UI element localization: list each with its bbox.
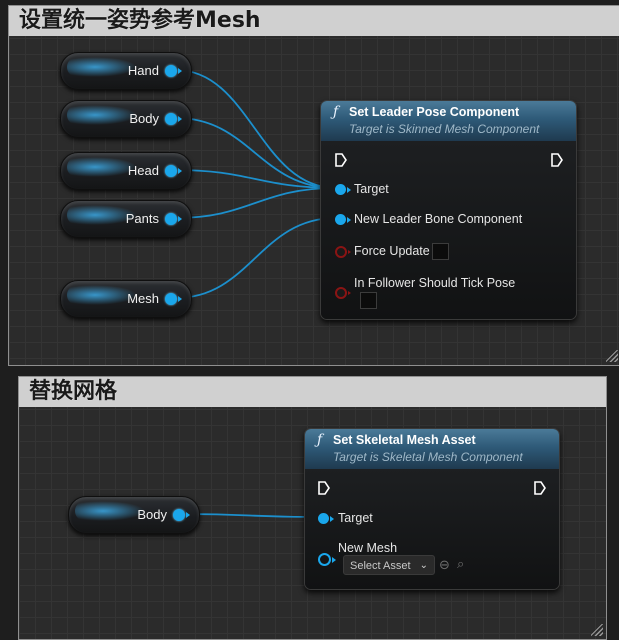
node-title: Set Leader Pose Component xyxy=(349,105,520,119)
output-pin-icon[interactable] xyxy=(165,165,182,177)
variable-label: Head xyxy=(127,163,159,178)
node-header[interactable]: ƒ Set Leader Pose Component Target is Sk… xyxy=(321,101,576,141)
node-set-skeletal-mesh-asset[interactable]: ƒ Set Skeletal Mesh Asset Target is Skel… xyxy=(304,428,560,590)
node-title: Set Skeletal Mesh Asset xyxy=(333,433,476,447)
pin-label-target: Target xyxy=(354,182,389,196)
select-asset-label: Select Asset xyxy=(350,560,411,572)
pin-label-target: Target xyxy=(338,511,373,525)
exec-in-pin-icon[interactable] xyxy=(318,481,330,495)
target-pin-icon[interactable] xyxy=(318,513,334,524)
tick-pose-checkbox[interactable] xyxy=(360,292,377,309)
exec-in-pin-icon[interactable] xyxy=(335,153,347,167)
variable-node-body-2[interactable]: Body xyxy=(68,496,200,534)
variable-node-hand[interactable]: Hand xyxy=(60,52,192,90)
node-subtitle: Target is Skinned Mesh Component xyxy=(349,122,540,136)
node-subtitle: Target is Skeletal Mesh Component xyxy=(333,450,523,464)
target-pin-icon[interactable] xyxy=(335,184,351,195)
comment-title[interactable]: 替换网格 xyxy=(19,377,606,407)
function-icon: ƒ xyxy=(333,104,339,120)
output-pin-icon[interactable] xyxy=(165,113,182,125)
new-leader-pin-icon[interactable] xyxy=(335,214,351,225)
output-pin-icon[interactable] xyxy=(165,65,182,77)
use-selected-arrow-icon[interactable]: ⊖ xyxy=(439,557,450,573)
pin-label-tick-pose: In Follower Should Tick Pose xyxy=(354,276,516,290)
variable-label: Body xyxy=(129,111,159,126)
variable-node-mesh[interactable]: Mesh xyxy=(60,280,192,318)
pin-label-new-mesh: New Mesh xyxy=(338,541,398,555)
variable-node-body[interactable]: Body xyxy=(60,100,192,138)
variable-label: Pants xyxy=(125,211,159,226)
resize-handle-icon[interactable] xyxy=(606,350,618,362)
function-icon: ƒ xyxy=(317,432,323,448)
pin-label-new-leader: New Leader Bone Component xyxy=(354,212,523,226)
output-pin-icon[interactable] xyxy=(173,509,190,521)
node-header[interactable]: ƒ Set Skeletal Mesh Asset Target is Skel… xyxy=(305,429,559,469)
variable-node-pants[interactable]: Pants xyxy=(60,200,192,238)
new-mesh-pin-icon[interactable] xyxy=(318,553,336,566)
variable-label: Mesh xyxy=(127,291,159,306)
resize-handle-icon[interactable] xyxy=(591,624,603,636)
variable-node-head[interactable]: Head xyxy=(60,152,192,190)
exec-out-pin-icon[interactable] xyxy=(551,153,563,167)
force-update-pin-icon[interactable] xyxy=(335,246,351,258)
force-update-checkbox[interactable] xyxy=(432,243,449,260)
pin-label-force-update: Force Update xyxy=(354,244,430,258)
chevron-down-icon: ⌄ xyxy=(419,560,428,571)
comment-title[interactable]: 设置统一姿势参考Mesh xyxy=(9,6,619,36)
node-set-leader-pose-component[interactable]: ƒ Set Leader Pose Component Target is Sk… xyxy=(320,100,577,320)
exec-out-pin-icon[interactable] xyxy=(534,481,546,495)
select-asset-dropdown[interactable]: Select Asset ⌄ xyxy=(343,555,435,575)
variable-label: Body xyxy=(137,507,167,522)
browse-search-icon[interactable]: ⌕ xyxy=(457,556,464,572)
tick-pose-pin-icon[interactable] xyxy=(335,287,351,299)
output-pin-icon[interactable] xyxy=(165,213,182,225)
output-pin-icon[interactable] xyxy=(165,293,182,305)
variable-label: Hand xyxy=(127,63,159,78)
